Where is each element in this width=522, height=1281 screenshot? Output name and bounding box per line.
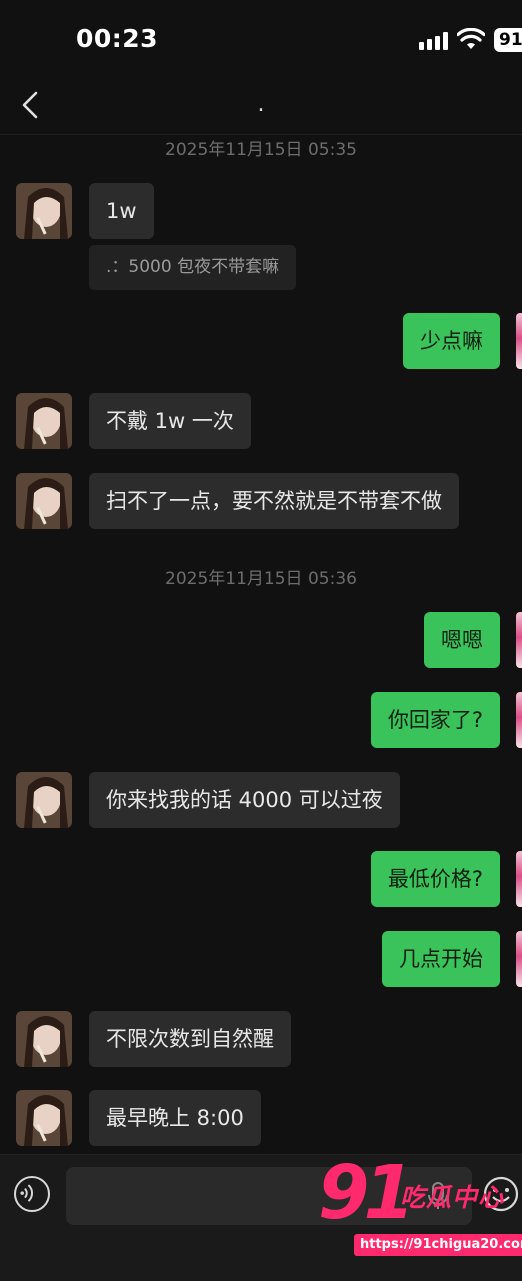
message-bubble-incoming[interactable]: 不限次数到自然醒 [89,1011,291,1067]
quoted-message[interactable]: .：5000 包夜不带套嘛 [89,245,297,290]
contact-avatar[interactable] [16,473,72,529]
contact-avatar[interactable] [16,1011,72,1067]
message-bubble-outgoing[interactable]: 最低价格? [370,851,500,907]
contact-avatar[interactable] [16,1090,72,1146]
message-bubble-outgoing[interactable]: 几点开始 [382,931,500,987]
message-bubble-incoming[interactable]: 1w [89,183,154,239]
chat-header: . [0,80,522,135]
status-bar: 00:23 91 [0,0,522,80]
message-bubble-outgoing[interactable]: 你回家了? [370,692,500,748]
watermark-logo: 91 吃瓜中心 https://91chigua20.com [318,1150,522,1264]
signal-icon [419,32,449,50]
self-avatar[interactable] [516,612,522,668]
message-bubble-incoming[interactable]: 扫不了一点，要不然就是不带套不做 [89,473,459,529]
message-bubble-incoming[interactable]: 不戴 1w 一次 [89,393,251,449]
contact-avatar[interactable] [16,393,72,449]
voice-icon[interactable] [14,1176,50,1212]
status-time: 00:23 [76,24,159,53]
watermark-url: https://91chigua20.com [354,1234,522,1256]
message-bubble-incoming[interactable]: 最早晚上 8:00 [89,1090,261,1146]
message-bubble-outgoing[interactable]: 少点嘛 [403,313,500,369]
chat-title: . [257,92,265,117]
self-avatar[interactable] [516,313,522,369]
self-avatar[interactable] [516,692,522,748]
watermark-number: 91 [318,1150,415,1236]
message-timestamp: 2025年11月15日 05:35 [165,140,357,160]
contact-avatar[interactable] [16,772,72,828]
self-avatar[interactable] [516,931,522,987]
watermark-text: 吃瓜中心 [400,1183,505,1212]
message-timestamp: 2025年11月15日 05:36 [165,569,357,589]
self-avatar[interactable] [516,851,522,907]
battery-icon: 91 [494,28,522,52]
contact-avatar[interactable] [16,183,72,239]
wifi-icon [457,28,485,49]
message-bubble-incoming[interactable]: 你来找我的话 4000 可以过夜 [89,772,400,828]
message-bubble-outgoing[interactable]: 嗯嗯 [424,612,500,668]
